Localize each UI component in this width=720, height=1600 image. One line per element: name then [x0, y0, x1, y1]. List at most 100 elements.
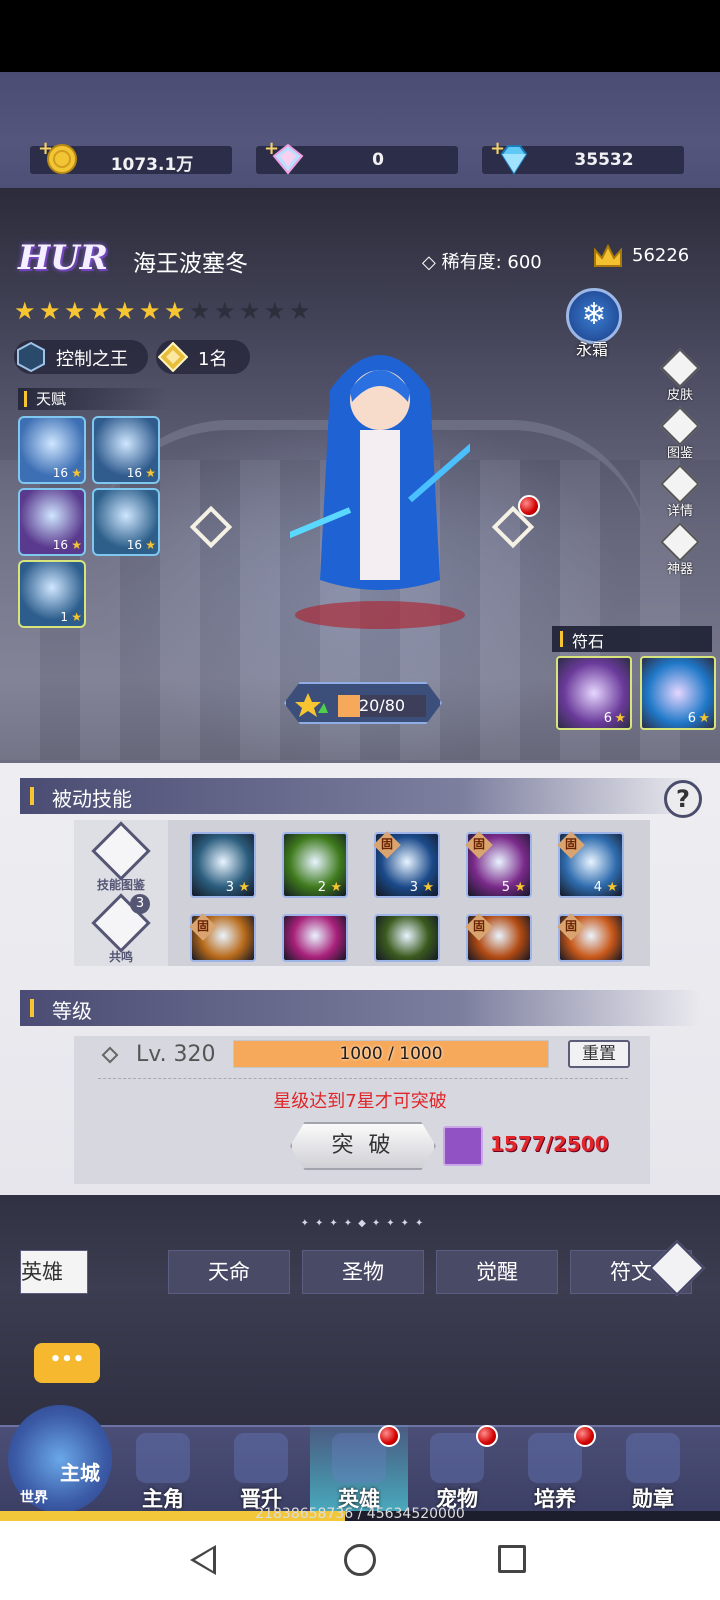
skill-level: 5 [501, 880, 510, 895]
rainbow-gem-resource[interactable]: + 0 [256, 138, 458, 175]
star-icon: ★ [164, 297, 186, 325]
global-progress-text: 21838658736 / 45634520000 [255, 1506, 465, 1522]
gold-value: 1073.1万 [110, 155, 194, 175]
runestone-slot[interactable]: 6 ★ [556, 656, 632, 730]
star-icon: ★ [145, 466, 156, 480]
rarity-diamond-icon: ◇ [422, 252, 436, 273]
diamond-resource[interactable]: + 35532 [482, 138, 684, 175]
fixed-tag-label: 固 [196, 919, 209, 933]
runestone-section-title: 符石 [552, 626, 712, 652]
talent-section-title: 天赋 [18, 388, 168, 410]
skill-level: 2 [317, 880, 326, 895]
tab-area [0, 1195, 720, 1425]
star-icon: ★ [71, 466, 82, 480]
passive-skill-icon[interactable]: 固 [189, 913, 256, 962]
hero-character[interactable] [290, 330, 470, 630]
star-icon: ★ [422, 880, 434, 895]
home-button[interactable] [344, 1544, 376, 1576]
passive-skill-icon[interactable]: 固 [465, 913, 532, 962]
breakthrough-warning: 星级达到7星才可突破 [273, 1091, 447, 1112]
side-menu-codex[interactable]: 图鉴 [660, 406, 700, 464]
talent-level: 16 [52, 538, 68, 552]
star-icon: ★ [214, 297, 236, 325]
star-icon: ★ [71, 538, 82, 552]
chat-bubble-icon[interactable] [34, 1343, 100, 1383]
side-menu-skin[interactable]: 皮肤 [660, 348, 700, 406]
star-upgrade-icon [295, 693, 328, 717]
main-city-label: 主城 [60, 1461, 100, 1485]
help-button[interactable]: ? [664, 780, 702, 818]
skill-codex-button[interactable]: 技能图鉴 [88, 821, 154, 892]
skill-level: 4 [593, 880, 602, 895]
passive-skill-icon[interactable] [282, 914, 348, 962]
passive-skill-icon[interactable]: 3 ★ [190, 832, 256, 898]
level-progress-text: 1000 / 1000 [339, 1044, 443, 1064]
hero-exp-bar[interactable]: 20/80 [284, 682, 442, 724]
star-icon: ★ [614, 711, 626, 726]
shield-icon [17, 342, 45, 372]
star-icon: ★ [238, 880, 250, 895]
talent-skill-icon[interactable]: 16 ★ [18, 416, 86, 484]
orb-count: 1577/2500 [490, 1132, 609, 1156]
rarity-value: 600 [507, 252, 542, 273]
hero-grade-badge: HUR [18, 238, 109, 278]
artifact-icon [660, 522, 700, 562]
crown-icon [594, 243, 622, 267]
resonance-button[interactable]: 共鸣 3 [88, 893, 154, 964]
tab-1[interactable]: 天命 [168, 1250, 290, 1294]
tab-0[interactable]: 英雄 [20, 1250, 88, 1294]
talent-skill-icon[interactable]: 16 ★ [92, 416, 160, 484]
back-button[interactable] [190, 1545, 216, 1575]
passive-skill-icon[interactable]: 固 3 ★ [373, 831, 440, 898]
star-icon: ★ [14, 297, 36, 325]
star-icon: ★ [698, 711, 710, 726]
fixed-tag-label: 固 [472, 919, 485, 933]
divider [98, 1078, 628, 1079]
runestone-slot[interactable]: 6 ★ [640, 656, 716, 730]
star-icon: ★ [114, 297, 136, 325]
talent-skill-icon[interactable]: 16 ★ [92, 488, 160, 556]
star-icon: ★ [606, 880, 618, 895]
star-icon: ★ [189, 297, 211, 325]
gold-coin-icon [47, 144, 77, 174]
tab-2[interactable]: 圣物 [302, 1250, 424, 1294]
talent-skill-icon[interactable]: 16 ★ [18, 488, 86, 556]
hero-star-rating: ★ ★ ★ ★ ★ ★ ★ ★ ★ ★ ★ ★ [14, 297, 311, 325]
nav-emblem-icon [626, 1433, 680, 1483]
exp-text: 20/80 [358, 696, 406, 715]
resonance-count-badge: 3 [130, 894, 150, 914]
hero-title-badge[interactable]: 控制之王 [14, 340, 148, 374]
talent-skill-icon[interactable]: 1 ★ [18, 560, 86, 628]
hero-name: 海王波塞冬 [133, 251, 248, 277]
runestone-level: 6 [687, 711, 696, 726]
recent-apps-button[interactable] [498, 1545, 526, 1573]
breakthrough-button[interactable]: 突 破 [290, 1122, 436, 1170]
side-menu-details[interactable]: 详情 [660, 464, 700, 522]
purple-orb-icon [443, 1126, 483, 1166]
level-header: 等级 [20, 990, 700, 1026]
star-icon: ★ [264, 297, 286, 325]
passive-skill-icon[interactable]: 2 ★ [282, 832, 348, 898]
tab-3[interactable]: 觉醒 [436, 1250, 558, 1294]
star-icon: ★ [289, 297, 311, 325]
skill-level: 3 [409, 880, 418, 895]
decorative-line: ✦✦✦✦◆✦✦✦✦ [300, 1218, 430, 1229]
hero-rank-badge[interactable]: 1名 [156, 340, 250, 374]
skin-icon [660, 348, 700, 388]
nav-emblem-icon [234, 1433, 288, 1483]
star-icon: ★ [139, 297, 161, 325]
main-city-button[interactable]: 主城 世界 [8, 1405, 112, 1513]
diamond-value: 35532 [574, 150, 634, 170]
passive-skill-icon[interactable]: 固 [557, 913, 624, 962]
passive-skill-icon[interactable]: 固 4 ★ [557, 831, 624, 898]
rank-diamond-icon [158, 342, 188, 372]
talent-level: 16 [52, 466, 68, 480]
talent-level: 16 [126, 466, 142, 480]
passive-skill-icon[interactable]: 固 5 ★ [465, 831, 532, 898]
passive-skill-icon[interactable] [374, 914, 440, 962]
fixed-tag-label: 固 [564, 837, 577, 851]
gold-resource[interactable]: + 1073.1万 [30, 138, 232, 175]
talent-level: 1 [60, 610, 68, 624]
reset-button[interactable]: 重置 [568, 1040, 630, 1068]
side-menu-artifact[interactable]: 神器 [660, 522, 700, 580]
